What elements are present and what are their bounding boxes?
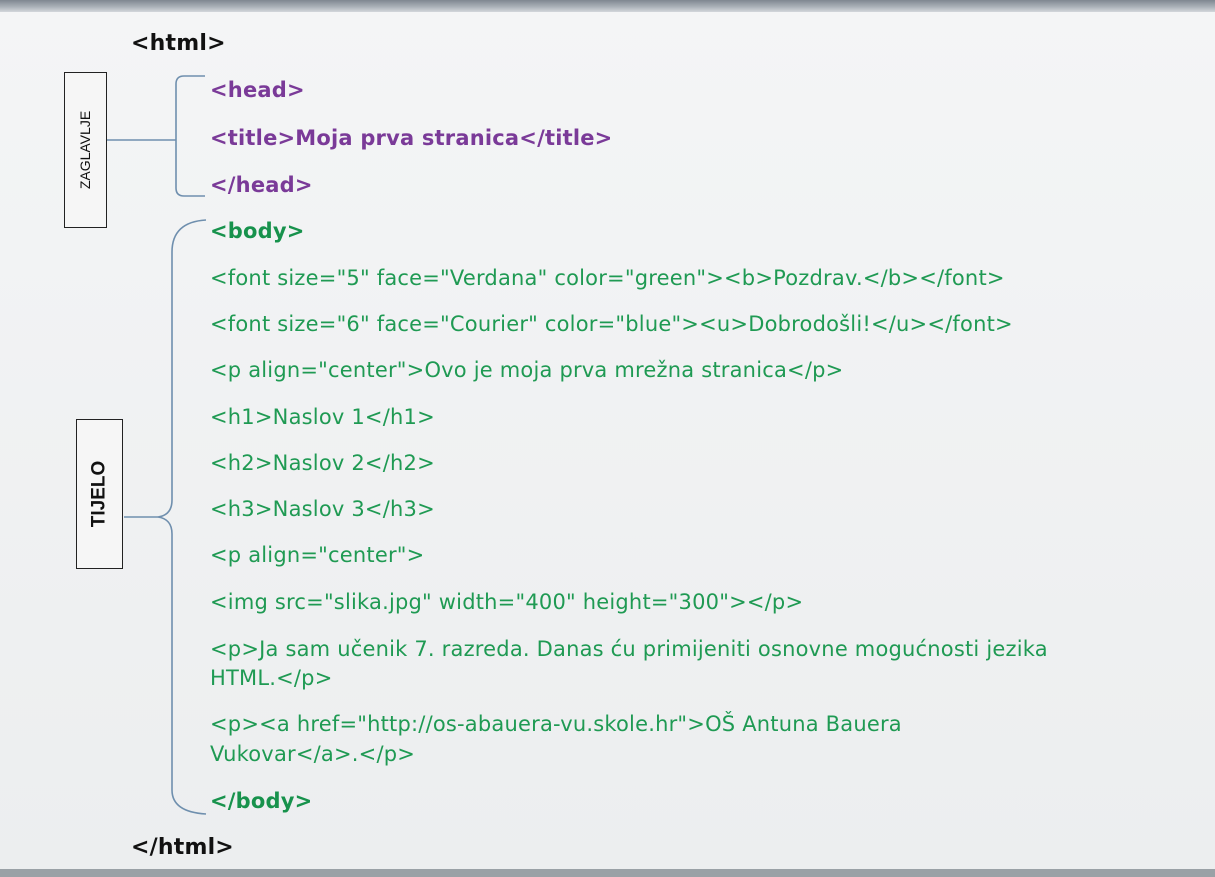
h3-line: <h3>Naslov 3</h3> <box>210 497 435 521</box>
p-link-line-1: <p><a href="http://os-abauera-vu.skole.h… <box>210 712 902 736</box>
img-line: <img src="slika.jpg" width="400" height=… <box>210 590 804 614</box>
p-ucenik-line-1: <p>Ja sam učenik 7. razreda. Danas ću pr… <box>210 637 1048 661</box>
p-center-line: <p align="center"> <box>210 543 425 567</box>
html-open-tag: <html> <box>131 31 226 56</box>
body-close-tag: </body> <box>210 789 313 813</box>
bottom-edge-bar <box>0 869 1215 877</box>
p-center-text-line: <p align="center">Ovo je moja prva mrežn… <box>210 358 844 382</box>
p-link-line-2: Vukovar</a>.</p> <box>210 742 416 766</box>
tijelo-label-box: TIJELO <box>76 419 123 569</box>
head-close-tag: </head> <box>210 173 313 197</box>
body-brace <box>157 219 207 815</box>
zaglavlje-label-box: ZAGLAVLJE <box>64 72 107 228</box>
head-open-tag: <head> <box>210 78 305 102</box>
title-tag: <title>Moja prva stranica</title> <box>210 126 613 150</box>
h1-line: <h1>Naslov 1</h1> <box>210 405 435 429</box>
slide: ZAGLAVLJE TIJELO <html> <head> <title>Mo… <box>0 0 1215 877</box>
body-open-tag: <body> <box>210 219 305 243</box>
font-green-line: <font size="5" face="Verdana" color="gre… <box>210 266 1005 290</box>
p-ucenik-line-2: HTML.</p> <box>210 666 333 690</box>
font-blue-line: <font size="6" face="Courier" color="blu… <box>210 312 1013 336</box>
html-close-tag: </html> <box>131 835 234 860</box>
zaglavlje-label: ZAGLAVLJE <box>77 110 94 190</box>
tijelo-label: TIJELO <box>88 460 110 528</box>
head-bracket <box>175 75 205 197</box>
h2-line: <h2>Naslov 2</h2> <box>210 451 435 475</box>
